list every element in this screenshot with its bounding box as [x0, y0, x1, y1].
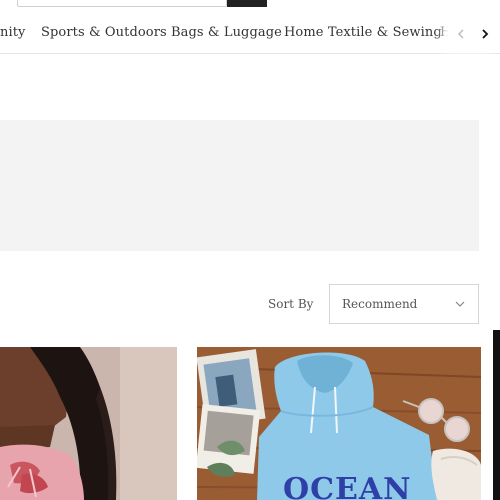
sort-by-label: Sort By [268, 297, 314, 311]
product-card[interactable] [0, 347, 177, 500]
category-item-sports-outdoors[interactable]: Sports & Outdoors [41, 25, 167, 40]
sort-select[interactable]: Recommend [329, 284, 479, 324]
product-image [0, 347, 177, 500]
search-button[interactable] [227, 0, 267, 7]
chevron-left-icon[interactable] [454, 27, 468, 41]
category-item-home-textile-sewing[interactable]: Home Textile & Sewing [284, 25, 442, 40]
product-card[interactable]: OCEAN [197, 347, 481, 500]
category-scroll-controls [448, 16, 500, 53]
product-card[interactable] [493, 330, 500, 500]
banner-placeholder [0, 120, 479, 251]
product-image: OCEAN [197, 347, 481, 500]
chevron-right-icon[interactable] [478, 27, 492, 41]
search-input[interactable] [17, 0, 227, 7]
hoodie-print-text: OCEAN [283, 472, 412, 500]
chevron-down-icon [454, 298, 466, 310]
category-item[interactable]: nity [0, 25, 26, 40]
sort-selected-value: Recommend [342, 297, 418, 311]
category-nav: nity Sports & Outdoors Bags & Luggage Ho… [0, 16, 500, 54]
category-item-bags-luggage[interactable]: Bags & Luggage [171, 25, 282, 40]
